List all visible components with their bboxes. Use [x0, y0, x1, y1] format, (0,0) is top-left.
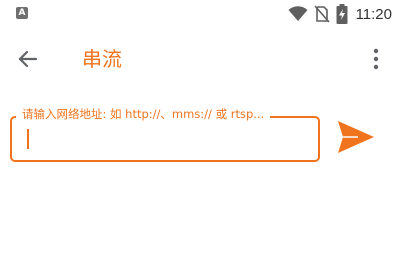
- send-icon: [338, 121, 374, 153]
- more-vert-icon: [373, 48, 379, 70]
- status-icons: 11:20: [288, 4, 392, 24]
- status-bar: A 11:20: [0, 0, 400, 28]
- send-button[interactable]: [334, 117, 378, 157]
- app-bar: 串流: [0, 36, 400, 82]
- clock-time: 11:20: [355, 5, 392, 23]
- url-input-hint: 请输入网络地址: 如 http://、mms:// 或 rtsp...: [16, 106, 271, 122]
- notification-icon: A: [16, 7, 28, 19]
- battery-charging-icon: [336, 4, 348, 24]
- no-sim-icon: [313, 5, 330, 23]
- text-cursor: [27, 129, 29, 149]
- back-button[interactable]: [14, 45, 42, 73]
- arrow-left-icon: [18, 50, 38, 68]
- url-input-field[interactable]: [10, 116, 320, 162]
- stream-screen: A 11:20 串流 请输入网络地址: 如 http://、mms:// 或 r…: [0, 0, 400, 258]
- overflow-menu-button[interactable]: [368, 46, 384, 72]
- wifi-icon: [288, 6, 308, 21]
- page-title: 串流: [82, 47, 122, 71]
